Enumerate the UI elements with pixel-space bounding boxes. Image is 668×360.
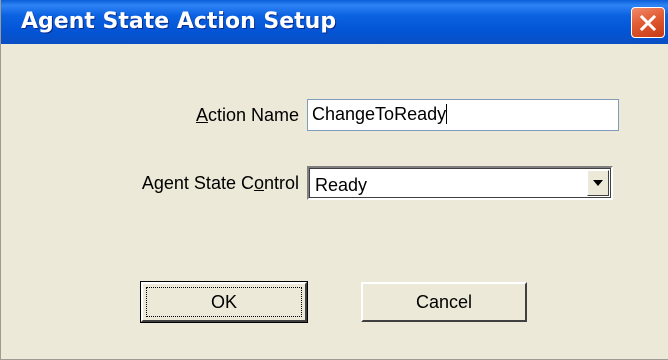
chevron-down-icon	[592, 174, 604, 192]
agent-state-control-label: Agent State Control	[141, 173, 299, 193]
ok-button[interactable]: OK	[140, 281, 308, 323]
dropdown-button[interactable]	[587, 170, 609, 196]
action-name-label: Action Name	[195, 105, 299, 125]
close-button[interactable]	[631, 7, 665, 38]
cancel-button[interactable]: Cancel	[361, 282, 527, 322]
window-title: Agent State Action Setup	[21, 9, 337, 34]
close-icon	[639, 14, 657, 32]
ok-label: OK	[210, 291, 237, 312]
selected-value: Ready	[315, 175, 368, 195]
agent-state-control-select[interactable]: Ready	[307, 166, 613, 200]
cancel-label: Cancel	[415, 291, 473, 312]
action-name-input[interactable]: ChangeToReady	[307, 99, 619, 131]
title-bar[interactable]: Agent State Action Setup	[1, 0, 668, 44]
text-caret	[446, 104, 448, 124]
agent-state-action-setup-dialog: Agent State Action Setup Action Name Cha…	[0, 0, 668, 360]
